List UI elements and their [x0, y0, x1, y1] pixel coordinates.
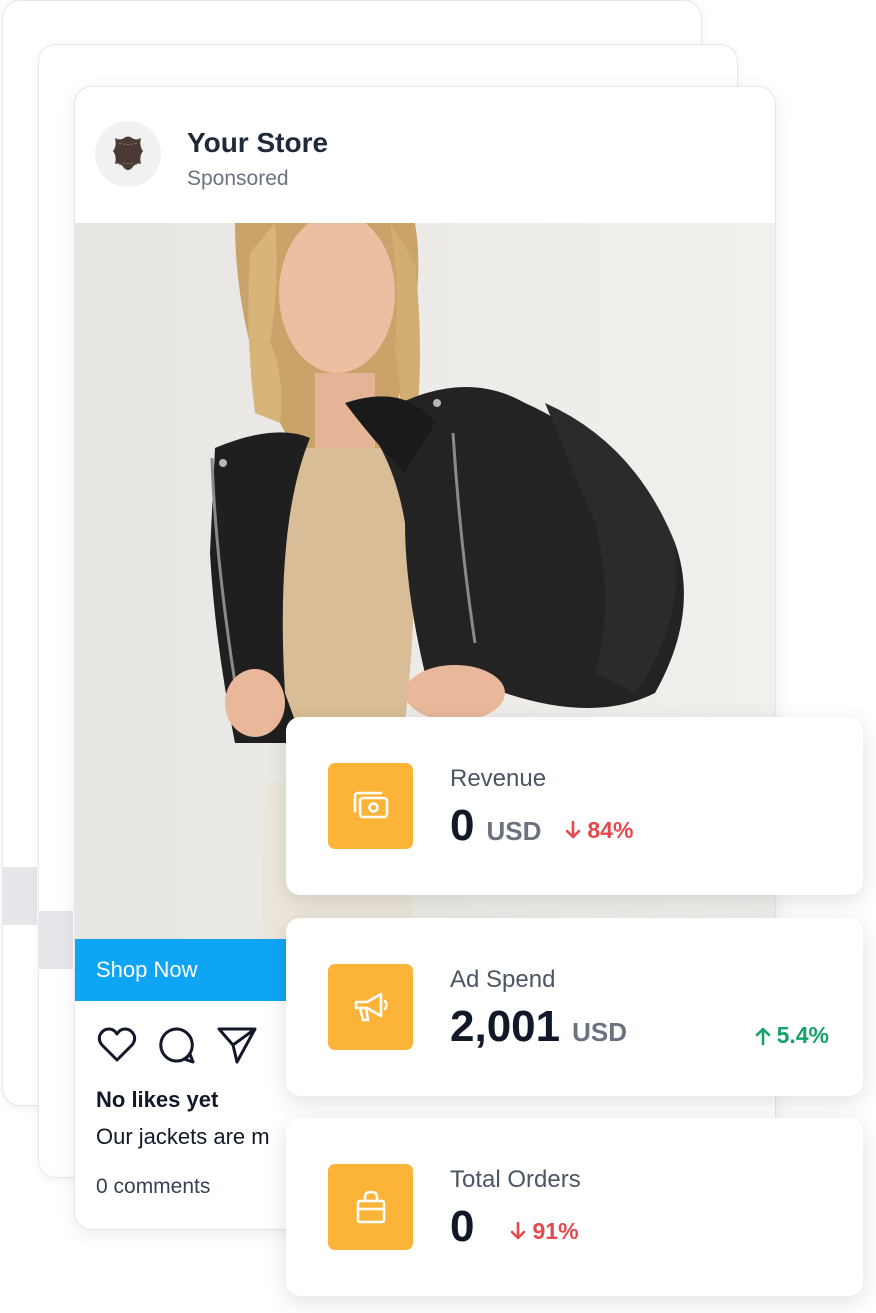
metric-change-value: 84% — [587, 816, 634, 843]
post-actions — [95, 1023, 259, 1067]
metric-change: 84% — [565, 817, 633, 844]
card-edge-strip — [3, 867, 37, 925]
metric-label: Ad Spend — [450, 966, 556, 993]
metric-value: 2,001 — [450, 1002, 561, 1051]
metric-icon-box — [328, 964, 413, 1050]
sponsored-label: Sponsored — [187, 167, 289, 190]
store-name[interactable]: Your Store — [187, 127, 328, 159]
card-edge-strip — [39, 911, 73, 969]
metric-value-row: 0 91% — [450, 1202, 579, 1252]
metric-change-value: 91% — [532, 1217, 579, 1244]
shopping-bag-icon — [356, 1190, 385, 1224]
heart-icon — [97, 1027, 137, 1062]
arrow-down-icon — [511, 1221, 526, 1240]
comment-bubble-icon — [159, 1027, 195, 1064]
arrow-down-icon — [566, 820, 581, 839]
metric-change: 5.4% — [755, 1022, 829, 1049]
likes-count: No likes yet — [96, 1087, 219, 1112]
like-button[interactable] — [95, 1023, 139, 1067]
send-icon — [217, 1027, 257, 1064]
metric-value: 0 — [450, 1202, 475, 1251]
metric-unit: USD — [486, 816, 542, 846]
post-caption: Our jackets are m — [96, 1124, 270, 1149]
money-icon — [353, 791, 388, 819]
metric-card-revenue: Revenue 0 USD 84% — [286, 717, 863, 895]
megaphone-icon — [354, 992, 388, 1022]
metric-label: Revenue — [450, 765, 547, 792]
metric-change-value: 5.4% — [776, 1022, 829, 1048]
post-header: Your Store Sponsored — [75, 87, 775, 223]
metric-value-row: 0 USD 84% — [450, 801, 633, 851]
comment-button[interactable] — [155, 1023, 199, 1067]
metric-value: 0 — [450, 801, 475, 850]
metric-card-ad-spend: Ad Spend 2,001 USD 5.4% — [286, 918, 863, 1096]
metric-change: 91% — [510, 1217, 579, 1245]
arrow-up-icon — [755, 1027, 770, 1045]
comments-link[interactable]: 0 comments — [96, 1175, 210, 1199]
share-button[interactable] — [215, 1023, 259, 1067]
metric-icon-box — [328, 1164, 413, 1250]
store-avatar[interactable] — [95, 121, 161, 187]
metric-value-row: 2,001 USD — [450, 1002, 627, 1052]
leather-hide-icon — [113, 136, 143, 170]
metric-unit: USD — [572, 1017, 628, 1047]
metric-icon-box — [328, 763, 413, 849]
metric-card-total-orders: Total Orders 0 91% — [286, 1118, 863, 1296]
metric-label: Total Orders — [450, 1166, 581, 1193]
